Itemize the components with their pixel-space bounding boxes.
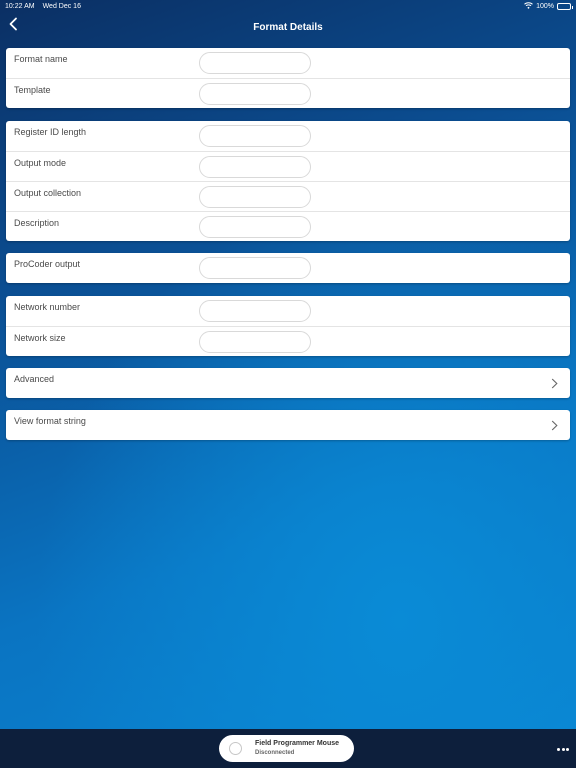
view-format-string-row[interactable]: View format string: [6, 410, 570, 440]
output-collection-label: Output collection: [14, 188, 82, 198]
more-horizontal-icon[interactable]: [556, 742, 570, 756]
register-id-length-label: Register ID length: [14, 127, 87, 137]
procoder-output-input[interactable]: [199, 257, 311, 279]
procoder-output-row: ProCoder output: [6, 253, 570, 283]
format-name-row: Format name: [6, 48, 570, 78]
format-name-input[interactable]: [199, 52, 311, 74]
output-collection-row: Output collection: [6, 181, 570, 211]
procoder-output-label: ProCoder output: [14, 259, 81, 269]
format-name-label: Format name: [14, 54, 68, 64]
back-button[interactable]: [4, 17, 22, 35]
template-input[interactable]: [199, 83, 311, 105]
view-format-string-row-inner[interactable]: View format string: [6, 410, 570, 440]
device-state: Disconnected: [255, 750, 295, 756]
network-section: Network number Network size: [6, 296, 570, 356]
view-format-string-label: View format string: [14, 416, 86, 426]
network-number-row: Network number: [6, 296, 570, 326]
bottom-bar: Field Programmer Mouse Disconnected: [0, 729, 576, 768]
connection-status-icon: [229, 742, 242, 755]
battery-icon: [557, 2, 573, 10]
wifi-icon: [524, 1, 533, 11]
page-title: Format Details: [253, 21, 323, 33]
device-name: Field Programmer Mouse: [255, 740, 340, 747]
advanced-row-inner[interactable]: Advanced: [6, 368, 570, 398]
output-collection-input[interactable]: [199, 186, 311, 208]
chevron-right-icon: [548, 376, 560, 390]
output-mode-label: Output mode: [14, 158, 67, 168]
network-number-input[interactable]: [199, 300, 311, 322]
battery-percent: 100%: [536, 2, 554, 10]
register-id-length-row: Register ID length: [6, 121, 570, 151]
advanced-row[interactable]: Advanced: [6, 368, 570, 398]
status-date: Wed Dec 16: [42, 2, 81, 10]
status-bar: 10:22 AM Wed Dec 16 100%: [0, 0, 576, 12]
network-number-label: Network number: [14, 302, 81, 312]
advanced-label: Advanced: [14, 374, 55, 384]
chevron-right-icon: [548, 418, 560, 432]
basic-section: Format name Template: [6, 48, 570, 108]
status-time: 10:22 AM: [5, 2, 35, 10]
status-right: 100%: [524, 1, 573, 11]
register-section: Register ID length Output mode Output co…: [6, 121, 570, 241]
description-row: Description: [6, 211, 570, 241]
chevron-left-icon: [8, 17, 18, 36]
device-connection-button[interactable]: Field Programmer Mouse Disconnected: [219, 735, 354, 762]
network-size-row: Network size: [6, 326, 570, 356]
network-size-input[interactable]: [199, 331, 311, 353]
output-mode-input[interactable]: [199, 156, 311, 178]
template-row: Template: [6, 78, 570, 108]
template-label: Template: [14, 85, 51, 95]
output-mode-row: Output mode: [6, 151, 570, 181]
description-input[interactable]: [199, 216, 311, 238]
nav-bar: Format Details: [0, 12, 576, 42]
network-size-label: Network size: [14, 333, 66, 343]
description-label: Description: [14, 218, 60, 228]
procoder-section: ProCoder output: [6, 253, 570, 283]
register-id-length-input[interactable]: [199, 125, 311, 147]
